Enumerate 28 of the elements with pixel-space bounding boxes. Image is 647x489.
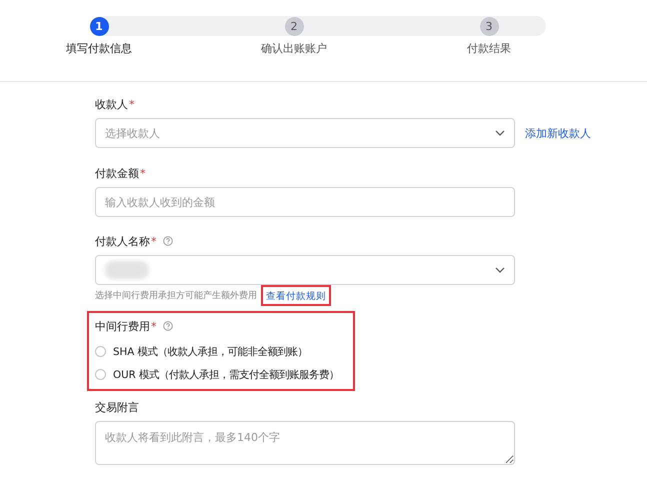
radio-button[interactable]: [95, 346, 106, 357]
field-label: 付款人名称: [95, 234, 150, 248]
chevron-down-icon: [495, 130, 505, 136]
required-mark: *: [151, 320, 156, 332]
field-label: 付款金额: [95, 166, 139, 180]
step-label: 付款结果: [467, 41, 511, 56]
payer-name-select[interactable]: [95, 255, 515, 285]
field-label: 中间行费用: [95, 318, 150, 334]
step-label: 确认出账账户: [261, 41, 327, 56]
required-mark: *: [151, 234, 156, 248]
payment-rules-link[interactable]: 查看付款规则: [266, 291, 326, 302]
message-textarea[interactable]: 收款人将看到此附言，最多140个字: [95, 421, 515, 465]
step-number: 1: [90, 17, 108, 36]
required-mark: *: [129, 98, 134, 110]
payee-select[interactable]: 选择收款人: [95, 118, 515, 148]
hint-text: 选择中间行费用承担方可能产生额外费用: [95, 290, 257, 302]
radio-label: SHA 模式（收款人承担，可能非全额到账）: [113, 344, 308, 358]
field-label: 交易附言: [95, 400, 139, 414]
help-icon[interactable]: [162, 236, 172, 246]
amount-field[interactable]: 输入收款人收到的金额: [95, 187, 515, 217]
field-label: 收款人: [95, 96, 128, 112]
help-icon[interactable]: [162, 321, 172, 331]
chevron-down-icon: [495, 267, 505, 273]
required-mark: *: [140, 166, 146, 180]
add-payee-link[interactable]: 添加新收款人: [525, 126, 591, 140]
radio-label: OUR 模式（付款人承担，需支付全额到账服务费）: [113, 368, 340, 382]
step-label: 填写付款信息: [66, 41, 132, 56]
radio-button[interactable]: [95, 369, 106, 380]
